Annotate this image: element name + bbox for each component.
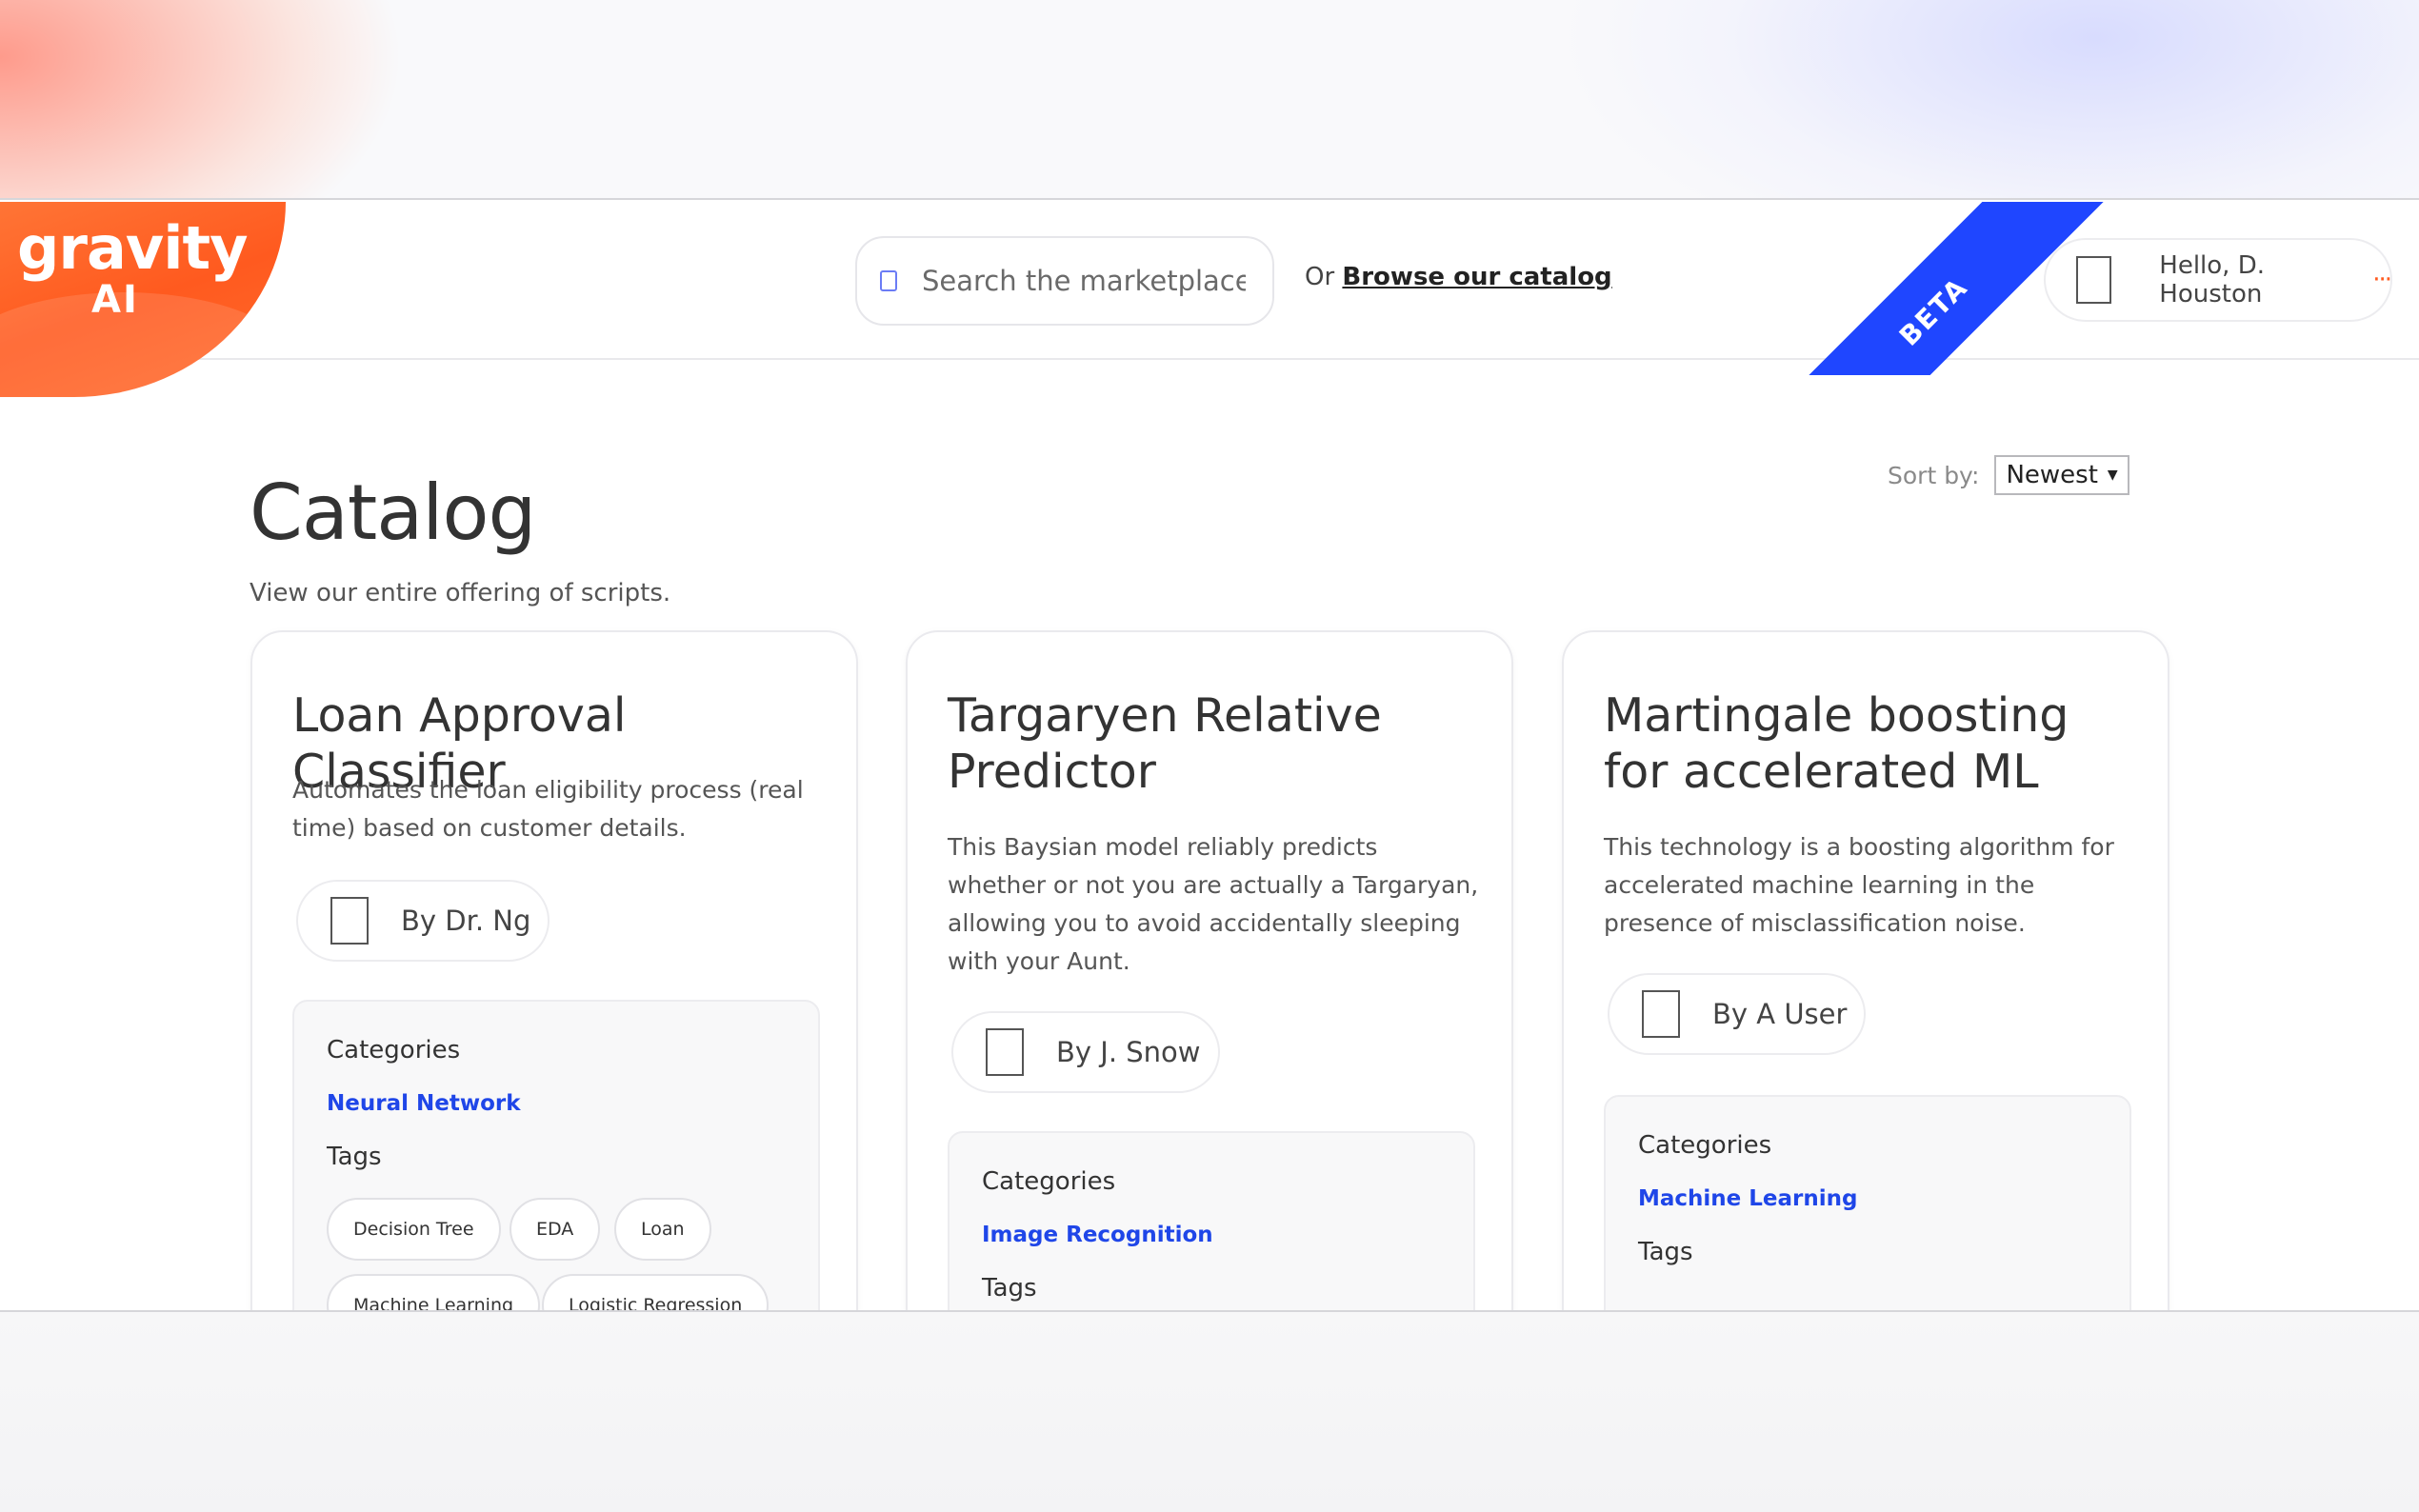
page-title: Catalog [250, 468, 536, 557]
author-avatar [1642, 990, 1680, 1038]
card-description: This technology is a boosting algorithm … [1604, 833, 2114, 937]
user-greeting: Hello, D. Houston [2159, 251, 2265, 308]
sort-value: Newest [2006, 461, 2098, 489]
catalog-card[interactable]: Loan Approval Classifier Automates the l… [250, 630, 858, 1381]
catalog-card[interactable]: Targaryen Relative Predictor This Baysia… [906, 630, 1513, 1512]
beta-ribbon: BETA [1800, 202, 2105, 375]
author-name: By J. Snow [1056, 1036, 1201, 1068]
search-icon [880, 270, 897, 291]
browse-prefix: Or [1305, 263, 1335, 291]
category-link[interactable]: Machine Learning [1638, 1186, 1858, 1211]
search-box[interactable] [855, 236, 1274, 326]
tags-heading: Tags [1638, 1238, 1693, 1266]
search-input[interactable] [922, 265, 1246, 297]
categories-heading: Categories [327, 1036, 461, 1064]
beta-ribbon-container: BETA [1800, 202, 2105, 375]
chevron-down-icon: ▼ [2107, 468, 2118, 483]
tag-chip[interactable]: Loan [614, 1198, 711, 1261]
author-avatar [330, 897, 369, 945]
category-link[interactable]: Image Recognition [982, 1223, 1213, 1247]
author-avatar [986, 1028, 1024, 1076]
author-badge[interactable]: By A User [1608, 973, 1867, 1055]
categories-heading: Categories [1638, 1131, 1772, 1160]
sort-select[interactable]: Newest ▼ [1994, 455, 2129, 495]
card-description: This Baysian model reliably predicts whe… [948, 833, 1479, 975]
author-badge[interactable]: By J. Snow [951, 1011, 1220, 1093]
logo-sub-text: AI [91, 278, 139, 322]
categories-heading: Categories [982, 1167, 1116, 1196]
tag-chip[interactable]: EDA [510, 1198, 601, 1261]
browse-catalog-link[interactable]: Browse our catalog [1342, 263, 1611, 291]
browse-text: Or Browse our catalog [1305, 263, 1612, 291]
author-badge[interactable]: By Dr. Ng [296, 880, 550, 962]
top-backdrop [0, 0, 2419, 200]
category-link[interactable]: Neural Network [327, 1091, 521, 1116]
catalog-card[interactable]: Martingale boosting for accelerated ML T… [1562, 630, 2169, 1476]
more-icon[interactable]: ··· [2372, 266, 2392, 294]
bottom-backdrop [0, 1310, 2419, 1512]
tags-heading: Tags [327, 1143, 382, 1171]
logo[interactable]: gravity AI [0, 202, 286, 397]
author-name: By Dr. Ng [401, 905, 531, 937]
card-title[interactable]: Martingale boosting for accelerated ML [1604, 687, 2137, 800]
logo-text: gravity [17, 213, 249, 283]
tags-heading: Tags [982, 1274, 1037, 1303]
author-name: By A User [1712, 998, 1848, 1030]
card-title[interactable]: Targaryen Relative Predictor [948, 687, 1481, 800]
sort-label: Sort by: [1888, 461, 1980, 489]
page-subtitle: View our entire offering of scripts. [250, 579, 671, 607]
sort-control: Sort by: Newest ▼ [1888, 455, 2129, 495]
card-description: Automates the loan eligibility process (… [292, 776, 804, 842]
tag-chip[interactable]: Decision Tree [327, 1198, 501, 1261]
